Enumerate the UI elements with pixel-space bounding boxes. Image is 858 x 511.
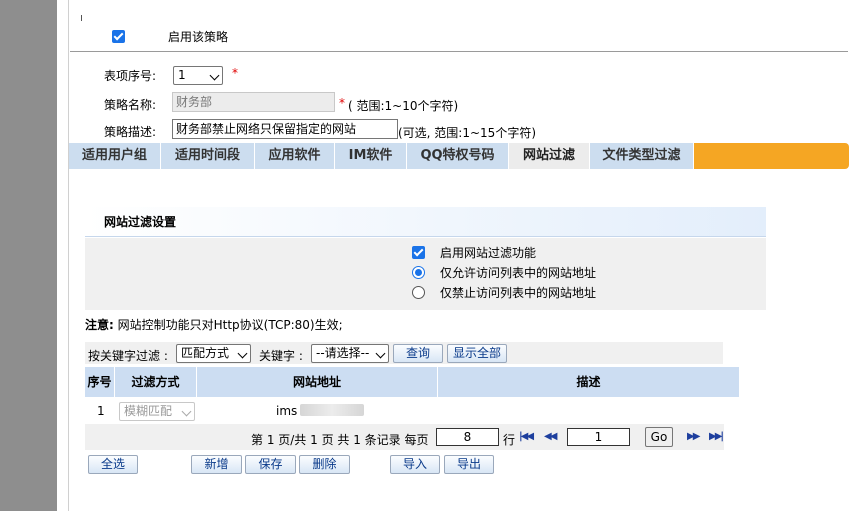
name-label: 策略名称: xyxy=(103,98,156,112)
col-seq: 序号 xyxy=(85,367,115,397)
table-header: 序号 过滤方式 网站地址 描述 xyxy=(85,367,739,397)
enable-policy-row: 启用该策略 xyxy=(112,27,228,45)
import-button[interactable]: 导入 xyxy=(390,455,440,474)
match-mode-value: 匹配方式 xyxy=(181,346,230,360)
notice: 注意: 网站控制功能只对Http协议(TCP:80)生效; xyxy=(85,316,343,333)
enable-policy-label: 启用该策略 xyxy=(168,30,229,44)
keyword-select[interactable]: --请选择-- xyxy=(311,344,389,363)
keyword-filter-label: 按关键字过滤 : xyxy=(88,349,168,363)
content-border xyxy=(57,0,69,511)
pager-unit: 行 xyxy=(503,433,516,447)
col-url: 网站地址 xyxy=(197,367,438,397)
name-input[interactable]: 财务部 xyxy=(172,92,335,112)
keyword-label: 关键字 : xyxy=(259,349,303,363)
name-hint: ( 范围:1~10个字符) xyxy=(348,99,459,113)
add-button[interactable]: 新增 xyxy=(191,455,242,474)
enable-filter-label: 启用网站过滤功能 xyxy=(440,246,537,260)
select-all-button[interactable]: 全选 xyxy=(88,455,138,474)
go-button[interactable]: Go xyxy=(645,427,673,447)
first-page-icon[interactable]: |◀◀ xyxy=(519,431,534,443)
allow-list-row: 仅允许访问列表中的网站地址 xyxy=(412,264,596,281)
required-mark: * xyxy=(339,96,345,110)
required-mark: * xyxy=(232,66,238,80)
corner-mark xyxy=(81,15,84,21)
deny-list-label: 仅禁止访问列表中的网站地址 xyxy=(440,286,597,300)
redacted-url xyxy=(300,404,364,416)
divider xyxy=(70,51,848,52)
next-page-icon[interactable]: ▶▶ xyxy=(687,431,700,443)
keyword-filter-bar: 按关键字过滤 : 匹配方式 关键字 : --请选择-- 查询 显示全部 xyxy=(85,342,723,364)
seq-select[interactable]: 1 xyxy=(173,66,223,85)
left-sidebar-strip xyxy=(0,0,57,511)
desc-hint: (可选, 范围:1~15个字符) xyxy=(398,126,536,140)
row-mode-select: 模糊匹配 xyxy=(119,402,195,421)
section-title: 网站过滤设置 xyxy=(85,207,766,237)
enable-filter-checkbox[interactable] xyxy=(412,246,425,259)
deny-list-row: 仅禁止访问列表中的网站地址 xyxy=(412,284,596,301)
row-seq: 1 xyxy=(97,404,105,418)
chevron-down-icon xyxy=(375,348,386,359)
desc-input[interactable]: 财务部禁止网络只保留指定的网站 xyxy=(172,119,398,139)
allow-list-radio[interactable] xyxy=(412,266,425,279)
col-desc: 描述 xyxy=(576,375,601,389)
page-input[interactable]: 1 xyxy=(567,428,630,446)
show-all-button[interactable]: 显示全部 xyxy=(447,344,507,363)
tab-file-type-filter[interactable]: 文件类型过滤 xyxy=(590,143,694,169)
match-mode-select[interactable]: 匹配方式 xyxy=(176,344,251,363)
query-button[interactable]: 查询 xyxy=(393,344,443,363)
export-button[interactable]: 导出 xyxy=(444,455,494,474)
deny-list-radio[interactable] xyxy=(412,286,425,299)
pagination-bar: 第 1 页/共 1 页 共 1 条记录 每页 8 行 |◀◀ ◀◀ 1 Go ▶… xyxy=(85,424,724,450)
delete-button[interactable]: 删除 xyxy=(299,455,350,474)
allow-list-label: 仅允许访问列表中的网站地址 xyxy=(440,266,597,280)
tab-time-period[interactable]: 适用时间段 xyxy=(161,143,255,169)
chevron-down-icon xyxy=(209,70,220,81)
keyword-select-value: --请选择-- xyxy=(316,346,370,360)
tab-application[interactable]: 应用软件 xyxy=(255,143,335,169)
last-page-icon[interactable]: ▶▶| xyxy=(709,431,724,443)
tab-im-software[interactable]: IM软件 xyxy=(335,143,407,169)
seq-label: 表项序号: xyxy=(103,69,156,83)
tab-website-filter[interactable]: 网站过滤 xyxy=(509,143,590,169)
save-button[interactable]: 保存 xyxy=(245,455,296,474)
notice-text: 网站控制功能只对Http协议(TCP:80)生效; xyxy=(113,318,343,332)
seq-select-value: 1 xyxy=(178,68,186,82)
prev-page-icon[interactable]: ◀◀ xyxy=(544,431,557,443)
chevron-down-icon xyxy=(181,406,192,417)
tab-bar: 适用用户组 适用时间段 应用软件 IM软件 QQ特权号码 网站过滤 文件类型过滤 xyxy=(69,143,849,169)
notice-label: 注意: xyxy=(85,318,114,332)
tab-qq-privilege[interactable]: QQ特权号码 xyxy=(407,143,509,169)
col-mode: 过滤方式 xyxy=(115,367,197,397)
per-page-input[interactable]: 8 xyxy=(436,428,499,446)
enable-policy-checkbox[interactable] xyxy=(112,29,125,43)
tab-user-group[interactable]: 适用用户组 xyxy=(69,143,161,169)
pager-summary: 第 1 页/共 1 页 共 1 条记录 每页 xyxy=(251,433,429,447)
enable-filter-row: 启用网站过滤功能 xyxy=(412,244,536,261)
row-url: ims xyxy=(276,404,298,418)
chevron-down-icon xyxy=(237,348,248,359)
filter-options-panel: 启用网站过滤功能 仅允许访问列表中的网站地址 仅禁止访问列表中的网站地址 xyxy=(85,238,766,310)
row-mode-value: 模糊匹配 xyxy=(124,404,173,418)
desc-label: 策略描述: xyxy=(103,125,156,139)
